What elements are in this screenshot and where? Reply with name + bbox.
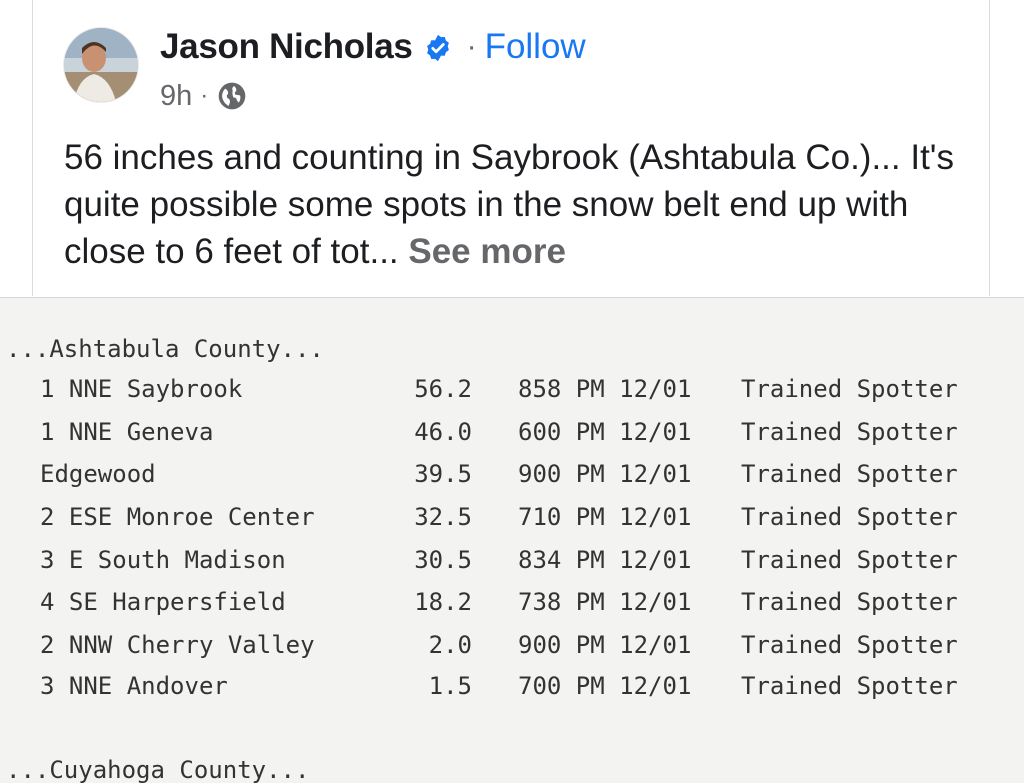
author-row: Jason Nicholas · Follow — [160, 22, 586, 72]
meta-separator: · — [200, 82, 209, 109]
location: 2 NNW Cherry Valley — [40, 631, 315, 659]
location: 3 NNE Andover — [40, 672, 228, 700]
time: 710 PM 12/01 — [518, 503, 692, 531]
table-row: 3 NNE Andover 1.5 700 PM 12/01 Trained S… — [0, 672, 1024, 712]
source: Trained Spotter — [741, 672, 958, 700]
time: 738 PM 12/01 — [518, 588, 692, 616]
avatar-photo — [64, 28, 138, 102]
verified-badge-icon — [423, 33, 453, 63]
amount: 2.0 — [428, 631, 472, 659]
time: 858 PM 12/01 — [518, 375, 692, 403]
author-name[interactable]: Jason Nicholas — [160, 27, 413, 67]
see-more-link[interactable]: See more — [408, 232, 566, 271]
amount: 18.2 — [414, 588, 472, 616]
location: 2 ESE Monroe Center — [40, 503, 315, 531]
table-row: 1 NNE Geneva 46.0 600 PM 12/01 Trained S… — [0, 418, 1024, 458]
county-heading: ...Cuyahoga County... — [6, 756, 310, 783]
table-row: 3 E South Madison 30.5 834 PM 12/01 Trai… — [0, 546, 1024, 586]
amount: 1.5 — [428, 672, 472, 700]
time: 834 PM 12/01 — [518, 546, 692, 574]
post-card: Jason Nicholas · Follow 9h · 56 inches a… — [32, 0, 990, 296]
post-meta: 9h · — [160, 76, 248, 116]
time: 900 PM 12/01 — [518, 460, 692, 488]
globe-icon — [216, 80, 248, 112]
source: Trained Spotter — [741, 631, 958, 659]
post-text: 56 inches and counting in Saybrook (Asht… — [64, 134, 969, 275]
county-heading: ...Ashtabula County... — [6, 335, 324, 363]
source: Trained Spotter — [741, 418, 958, 446]
amount: 32.5 — [414, 503, 472, 531]
avatar[interactable] — [64, 28, 138, 102]
location: 3 E South Madison — [40, 546, 286, 574]
amount: 46.0 — [414, 418, 472, 446]
table-row: 1 NNE Saybrook 56.2 858 PM 12/01 Trained… — [0, 375, 1024, 415]
follow-button[interactable]: Follow — [485, 27, 586, 67]
amount: 39.5 — [414, 460, 472, 488]
source: Trained Spotter — [741, 375, 958, 403]
table-row: 2 NNW Cherry Valley 2.0 900 PM 12/01 Tra… — [0, 631, 1024, 671]
amount: 56.2 — [414, 375, 472, 403]
source: Trained Spotter — [741, 503, 958, 531]
post-timestamp[interactable]: 9h — [160, 80, 192, 113]
source: Trained Spotter — [741, 460, 958, 488]
amount: 30.5 — [414, 546, 472, 574]
time: 600 PM 12/01 — [518, 418, 692, 446]
location: 1 NNE Saybrook — [40, 375, 243, 403]
table-row: 4 SE Harpersfield 18.2 738 PM 12/01 Trai… — [0, 588, 1024, 628]
time: 700 PM 12/01 — [518, 672, 692, 700]
location: 4 SE Harpersfield — [40, 588, 286, 616]
source: Trained Spotter — [741, 588, 958, 616]
table-row: 2 ESE Monroe Center 32.5 710 PM 12/01 Tr… — [0, 503, 1024, 543]
time: 900 PM 12/01 — [518, 631, 692, 659]
snowfall-report-image[interactable]: ...Ashtabula County... 1 NNE Saybrook 56… — [0, 297, 1024, 783]
location: Edgewood — [40, 460, 156, 488]
table-row: Edgewood 39.5 900 PM 12/01 Trained Spott… — [0, 460, 1024, 500]
location: 1 NNE Geneva — [40, 418, 214, 446]
source: Trained Spotter — [741, 546, 958, 574]
follow-separator: · — [466, 30, 477, 63]
